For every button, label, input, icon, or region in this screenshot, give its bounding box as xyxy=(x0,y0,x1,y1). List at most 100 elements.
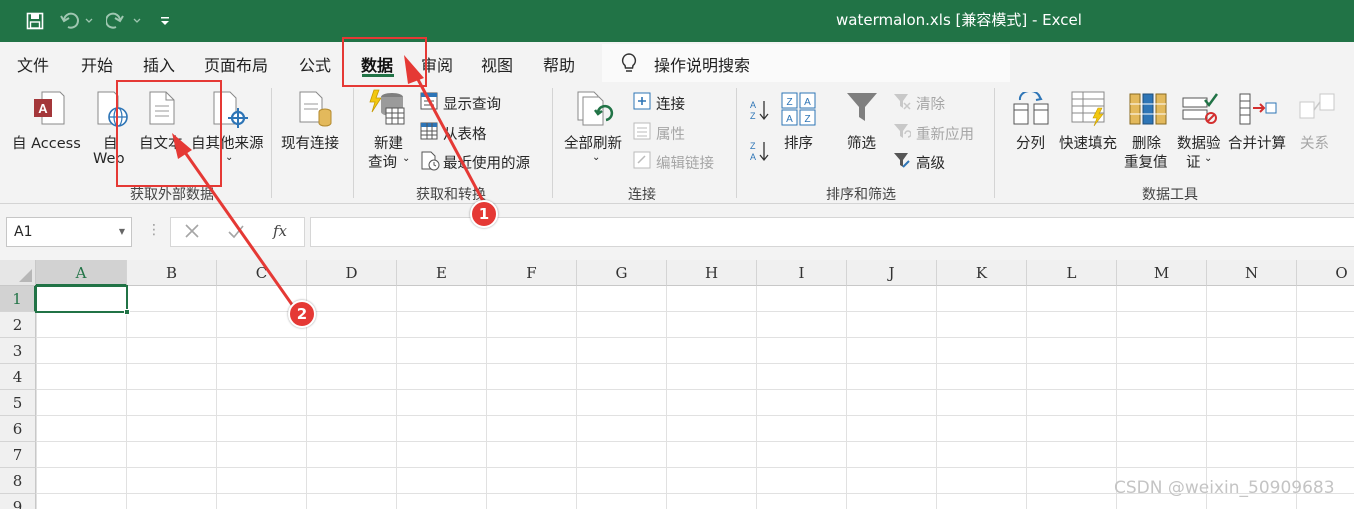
tab-insert[interactable]: 插入 xyxy=(143,52,175,76)
tab-file[interactable]: 文件 xyxy=(17,52,49,76)
column-header[interactable]: L xyxy=(1027,260,1117,286)
relationships-icon xyxy=(1298,92,1336,126)
column-header[interactable]: N xyxy=(1207,260,1297,286)
enter-check-icon[interactable] xyxy=(227,222,245,244)
flash-fill-icon xyxy=(1070,90,1108,132)
column-header[interactable]: F xyxy=(487,260,577,286)
filter-button[interactable]: 筛选 xyxy=(847,132,876,153)
refresh-all-button[interactable]: 全部刷新 xyxy=(564,132,622,153)
group-label-get-external: 获取外部数据 xyxy=(130,187,214,203)
row-header[interactable]: 1 xyxy=(0,286,36,312)
tell-me-search[interactable]: 操作说明搜索 xyxy=(602,44,1010,82)
edit-links-icon xyxy=(633,151,651,173)
cancel-icon[interactable] xyxy=(183,222,201,244)
annotation-badge-1: 1 xyxy=(470,200,498,228)
connections-button[interactable]: 连接 xyxy=(656,93,685,114)
formula-input[interactable] xyxy=(310,217,1354,247)
recent-sources-button[interactable]: 最近使用的源 xyxy=(443,152,530,173)
column-header[interactable]: M xyxy=(1117,260,1207,286)
consolidate-icon xyxy=(1238,92,1278,130)
row-header[interactable]: 2 xyxy=(0,312,36,338)
column-header[interactable]: E xyxy=(397,260,487,286)
data-validation-label-1[interactable]: 数据验 xyxy=(1177,132,1221,153)
undo-icon[interactable] xyxy=(60,10,96,32)
column-header[interactable]: I xyxy=(757,260,847,286)
edit-links-button[interactable]: 编辑链接 xyxy=(656,152,714,173)
clear-button[interactable]: 清除 xyxy=(916,93,945,114)
tab-view[interactable]: 视图 xyxy=(481,52,513,76)
row-header[interactable]: 3 xyxy=(0,338,36,364)
new-query-label-2[interactable]: 查询 xyxy=(368,151,397,172)
save-icon[interactable] xyxy=(24,10,46,32)
select-all-corner[interactable] xyxy=(0,260,36,286)
column-header[interactable]: A xyxy=(36,260,127,286)
excel-window: watermalon.xls [兼容模式] - Excel 文件 开始 插入 页… xyxy=(0,0,1354,509)
sort-descending-icon[interactable]: ZA xyxy=(749,139,769,167)
consolidate-button[interactable]: 合并计算 xyxy=(1228,132,1286,153)
tab-home[interactable]: 开始 xyxy=(81,52,113,76)
group-label-connections: 连接 xyxy=(628,187,656,203)
svg-text:Z: Z xyxy=(786,97,792,108)
group-divider xyxy=(736,88,737,198)
tab-help[interactable]: 帮助 xyxy=(543,52,575,76)
column-header[interactable]: C xyxy=(217,260,307,286)
show-queries-button[interactable]: 显示查询 xyxy=(443,93,501,114)
column-header[interactable]: D xyxy=(307,260,397,286)
properties-button[interactable]: 属性 xyxy=(656,123,685,144)
chevron-down-icon: ⌄ xyxy=(1204,153,1213,164)
sort-icon: ZAAZ xyxy=(781,92,817,130)
tab-formulas[interactable]: 公式 xyxy=(299,52,331,76)
column-header[interactable]: O xyxy=(1297,260,1354,286)
svg-text:Z: Z xyxy=(804,114,810,125)
active-cell[interactable] xyxy=(35,285,128,313)
customize-icon[interactable] xyxy=(158,10,172,32)
column-header[interactable]: G xyxy=(577,260,667,286)
row-header[interactable]: 5 xyxy=(0,390,36,416)
row-header[interactable]: 7 xyxy=(0,442,36,468)
lightbulb-icon xyxy=(620,52,638,78)
flash-fill-button[interactable]: 快速填充 xyxy=(1059,132,1117,153)
annotation-box-data-tab xyxy=(342,37,427,87)
reapply-button[interactable]: 重新应用 xyxy=(916,123,974,144)
row-header[interactable]: 4 xyxy=(0,364,36,390)
access-db-icon: A xyxy=(32,90,66,130)
sort-button[interactable]: 排序 xyxy=(784,132,813,153)
column-header[interactable]: K xyxy=(937,260,1027,286)
title-bar: watermalon.xls [兼容模式] - Excel xyxy=(0,0,1354,42)
remove-duplicates-label-2[interactable]: 重复值 xyxy=(1124,151,1168,172)
existing-connections-button[interactable]: 现有连接 xyxy=(281,132,339,153)
redo-icon[interactable] xyxy=(106,10,146,32)
group-label-get-transform: 获取和转换 xyxy=(416,187,486,203)
svg-text:A: A xyxy=(38,101,48,116)
row-header[interactable]: 9 xyxy=(0,494,36,509)
fill-handle[interactable] xyxy=(124,309,130,315)
worksheet-grid[interactable]: A B C D E F G H I J K L M N O 1 2 3 4 5 … xyxy=(0,260,1354,509)
new-query-label-1[interactable]: 新建 xyxy=(374,132,403,153)
name-box[interactable]: A1 ▼ xyxy=(6,217,132,247)
tab-page-layout[interactable]: 页面布局 xyxy=(204,52,268,76)
text-to-columns-button[interactable]: 分列 xyxy=(1016,132,1045,153)
chevron-down-icon: ⌄ xyxy=(225,152,234,163)
group-divider xyxy=(353,88,354,198)
recent-sources-icon xyxy=(420,151,440,175)
insert-function-icon[interactable]: fx xyxy=(273,222,287,240)
from-table-button[interactable]: 从表格 xyxy=(443,123,487,144)
relationships-button[interactable]: 关系 xyxy=(1300,132,1329,153)
row-header[interactable]: 6 xyxy=(0,416,36,442)
remove-duplicates-icon xyxy=(1128,92,1168,130)
formula-bar: A1 ▼ ⋮ fx xyxy=(0,204,1354,260)
cell-area[interactable] xyxy=(36,286,1354,509)
row-header[interactable]: 8 xyxy=(0,468,36,494)
resize-handle-icon[interactable]: ⋮ xyxy=(147,222,161,238)
remove-duplicates-label-1[interactable]: 删除 xyxy=(1132,132,1161,153)
from-access-button[interactable]: 自 Access xyxy=(12,132,81,153)
column-header[interactable]: B xyxy=(127,260,217,286)
column-header[interactable]: H xyxy=(667,260,757,286)
sort-ascending-icon[interactable]: AZ xyxy=(749,98,769,126)
group-divider xyxy=(552,88,553,198)
column-header[interactable]: J xyxy=(847,260,937,286)
chevron-down-icon[interactable]: ▼ xyxy=(119,227,125,236)
advanced-button[interactable]: 高级 xyxy=(916,152,945,173)
clear-filter-icon xyxy=(893,92,911,114)
data-validation-label-2[interactable]: 证 xyxy=(1186,151,1201,172)
